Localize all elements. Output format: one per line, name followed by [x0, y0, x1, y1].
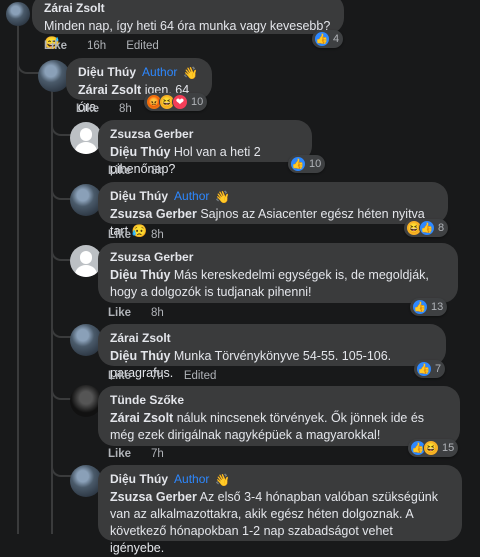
thread-elbow [51, 376, 71, 400]
comment-author[interactable]: Zsuzsa Gerber [110, 250, 193, 265]
comment-bubble: Zárai Zsolt Diệu Thúy Munka Törvénykönyv… [98, 324, 446, 380]
mention-link[interactable]: Diệu Thúy [110, 145, 170, 159]
like-button[interactable]: Like [108, 165, 131, 177]
thread-elbow [17, 48, 39, 74]
wave-icon: 👋 [215, 472, 231, 487]
reaction-count: 4 [333, 33, 340, 45]
like-reaction-icon: 👍 [412, 299, 428, 315]
thread-elbow [51, 453, 71, 477]
thread-elbow [51, 314, 71, 338]
comment-author[interactable]: Zárai Zsolt [44, 1, 105, 16]
wave-icon: 👋 [183, 65, 199, 80]
like-button[interactable]: Like [108, 370, 131, 382]
reaction-summary[interactable]: 👍 😆 15 [408, 439, 459, 457]
author-badge: Author [142, 65, 178, 79]
comment-bubble: Diệu Thúy Author 👋 Zsuzsa Gerber Sajnos … [98, 182, 448, 238]
love-reaction-icon: ❤ [172, 94, 188, 110]
like-button[interactable]: Like [76, 103, 99, 115]
like-button[interactable]: Like [108, 448, 131, 460]
edited-label[interactable]: Edited [184, 370, 217, 382]
author-badge: Author [174, 472, 210, 486]
comment-author[interactable]: Zsuzsa Gerber [110, 127, 193, 142]
reaction-summary[interactable]: 😡 😆 ❤ 10 [144, 93, 208, 111]
edited-label[interactable]: Edited [126, 40, 159, 52]
timestamp[interactable]: 8h [119, 103, 132, 115]
comment-actions: Like 8h [76, 103, 132, 115]
haha-reaction-icon: 😆 [423, 440, 439, 456]
timestamp[interactable]: 8h [151, 165, 164, 177]
comment-bubble: Zárai Zsolt Minden nap, így heti 64 óra … [32, 0, 344, 50]
reaction-count: 8 [438, 222, 445, 234]
comment-author[interactable]: Diệu Thúy [110, 189, 168, 204]
comment-actions: Like 8h [108, 165, 164, 177]
thread-elbow [51, 112, 71, 136]
comment-actions: Like 8h [108, 307, 164, 319]
timestamp[interactable]: 16h [87, 40, 106, 52]
like-reaction-icon: 👍 [416, 361, 432, 377]
comment-actions: Like 8h [108, 229, 164, 241]
comment-bubble: Zsuzsa Gerber Diệu Thúy Hol van a heti 2… [98, 120, 312, 176]
reaction-count: 10 [309, 158, 322, 170]
reaction-count: 13 [431, 301, 444, 313]
mention-link[interactable]: Diệu Thúy [110, 349, 170, 363]
like-button[interactable]: Like [108, 307, 131, 319]
mention-link[interactable]: Diệu Thúy [110, 268, 170, 282]
reaction-count: 15 [442, 442, 455, 454]
timestamp[interactable]: 8h [151, 229, 164, 241]
comment-bubble: Tünde Szőke Zárai Zsolt náluk nincsenek … [98, 386, 460, 446]
avatar[interactable] [6, 2, 30, 26]
comment-bubble: Zsuzsa Gerber Diệu Thúy Más kereskedelmi… [98, 243, 458, 303]
comment-actions: Like 7h Edited [108, 370, 216, 382]
thread-elbow [51, 176, 71, 200]
comment-actions: Like 16h Edited [44, 40, 159, 52]
wave-icon: 👋 [215, 189, 231, 204]
comment-bubble: Diệu Thúy Author 👋 Zsuzsa Gerber Az első… [98, 465, 462, 555]
reaction-summary[interactable]: 👍 7 [414, 360, 446, 378]
timestamp[interactable]: 7h [151, 370, 164, 382]
like-reaction-icon: 👍 [290, 156, 306, 172]
thread-line [17, 20, 19, 534]
comment-author[interactable]: Diệu Thúy [78, 65, 136, 80]
like-button[interactable]: Like [44, 40, 67, 52]
comment-author[interactable]: Diệu Thúy [110, 472, 168, 487]
like-button[interactable]: Like [108, 229, 131, 241]
like-reaction-icon: 👍 [419, 220, 435, 236]
reaction-summary[interactable]: 👍 13 [410, 298, 448, 316]
mention-link[interactable]: Zsuzsa Gerber [110, 490, 197, 504]
reaction-summary[interactable]: 👍 10 [288, 155, 326, 173]
reaction-summary[interactable]: 😆 👍 8 [404, 219, 449, 237]
reaction-count: 10 [191, 96, 204, 108]
comment-actions: Like 7h [108, 448, 164, 460]
reaction-summary[interactable]: 👍 4 [312, 30, 344, 48]
like-reaction-icon: 👍 [314, 31, 330, 47]
thread-elbow [51, 237, 71, 261]
timestamp[interactable]: 8h [151, 307, 164, 319]
mention-link[interactable]: Zsuzsa Gerber [110, 207, 197, 221]
author-badge: Author [174, 189, 210, 203]
reaction-count: 7 [435, 363, 442, 375]
comment-author[interactable]: Tünde Szőke [110, 393, 184, 408]
timestamp[interactable]: 7h [151, 448, 164, 460]
mention-link[interactable]: Zárai Zsolt [78, 83, 141, 97]
mention-link[interactable]: Zárai Zsolt [110, 411, 173, 425]
comment-author[interactable]: Zárai Zsolt [110, 331, 171, 346]
